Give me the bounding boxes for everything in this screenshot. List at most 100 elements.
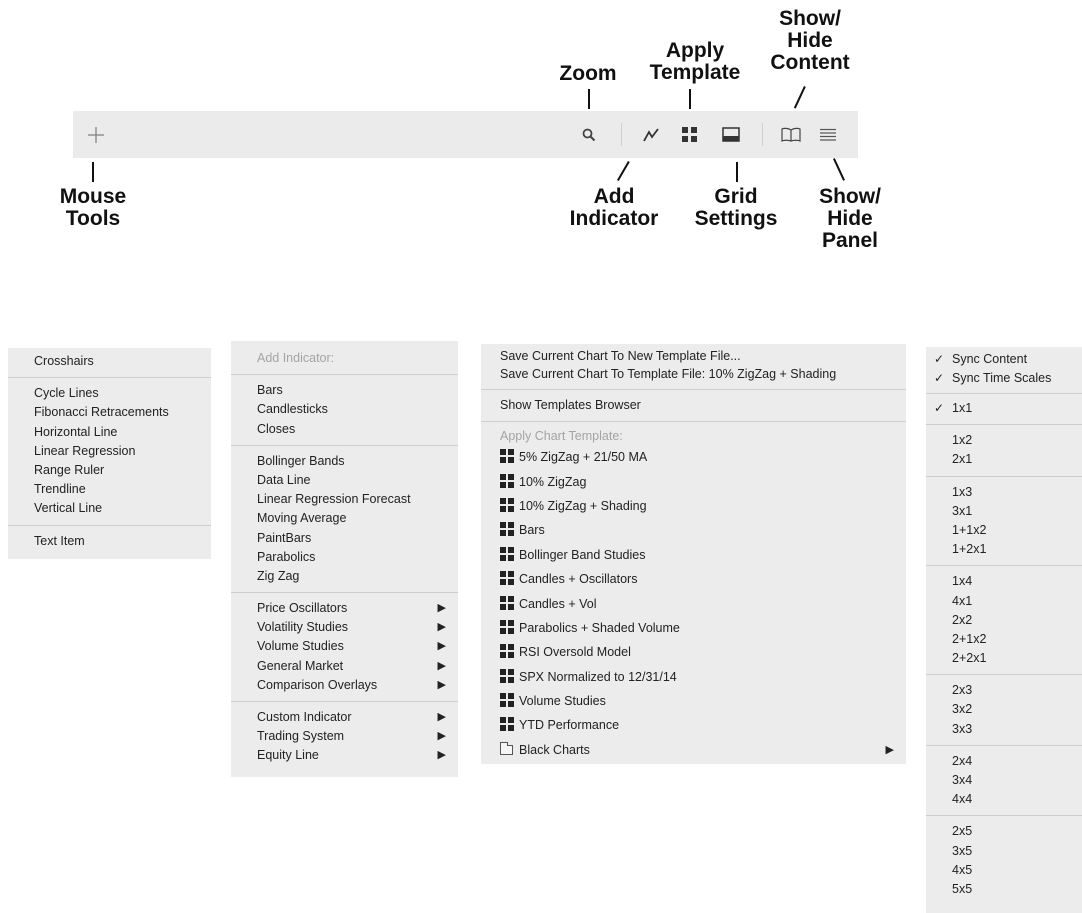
leader-apply-template <box>689 89 691 109</box>
menu-item-label: Black Charts <box>519 742 590 757</box>
grid-layout-option[interactable]: 5x5 <box>926 880 1082 899</box>
grid-layout-option[interactable]: ✓ 1x1 <box>926 399 1082 418</box>
menu-item-volatility-studies[interactable]: Volatility Studies ▶ <box>231 618 458 637</box>
menu-item-label: General Market <box>257 658 344 673</box>
menu-item-label: 5% ZigZag + 21/50 MA <box>519 450 648 465</box>
menu-item-candlesticks[interactable]: Candlesticks <box>231 400 458 419</box>
menu-item-template[interactable]: Bars <box>481 518 906 542</box>
menu-item-template[interactable]: Parabolics + Shaded Volume <box>481 616 906 640</box>
crosshair-icon[interactable] <box>83 111 109 158</box>
grid-layout-option[interactable]: 4x1 <box>926 592 1082 611</box>
template-grid-icon <box>500 668 514 683</box>
menu-item-black-charts-folder[interactable]: Black Charts ▶ <box>481 738 906 762</box>
grid-layout-option[interactable]: 2x2 <box>926 611 1082 630</box>
grid-layout-option[interactable]: 3x4 <box>926 771 1082 790</box>
grid-layout-option[interactable]: 1+2x1 <box>926 540 1082 559</box>
callout-add-indicator: Add Indicator <box>569 185 659 230</box>
menu-item-volume-studies[interactable]: Volume Studies ▶ <box>231 637 458 656</box>
menu-item-template[interactable]: 10% ZigZag <box>481 470 906 494</box>
menu-item-label: 10% ZigZag <box>519 474 587 489</box>
menu-item-custom-indicator[interactable]: Custom Indicator ▶ <box>231 708 458 727</box>
grid-layout-option[interactable]: 3x1 <box>926 502 1082 521</box>
menu-item-comparison-overlays[interactable]: Comparison Overlays ▶ <box>231 676 458 695</box>
menu-item-save-new-template[interactable]: Save Current Chart To New Template File.… <box>481 347 906 365</box>
grid-layout-groups: ✓ 1x1 1x2 2x1 1x3 3x1 1+1x2 1+2x1 1x4 4x1 2x2 2+1x2… <box>926 393 1082 899</box>
menu-item-fibonacci-retracements[interactable]: Fibonacci Retracements <box>8 403 211 422</box>
grid-layout-option[interactable]: 3x3 <box>926 720 1082 739</box>
checkmark-icon: ✓ <box>934 401 945 415</box>
menu-item-label: Volume Studies <box>257 639 344 654</box>
grid-layout-option[interactable]: 1x4 <box>926 572 1082 591</box>
menu-item-zig-zag[interactable]: Zig Zag <box>231 567 458 586</box>
menu-item-range-ruler[interactable]: Range Ruler <box>8 461 211 480</box>
menu-item-template[interactable]: Bollinger Band Studies <box>481 543 906 567</box>
book-icon[interactable] <box>778 111 804 158</box>
menu-item-sync-content[interactable]: ✓ Sync Content <box>926 350 1082 369</box>
menu-item-data-line[interactable]: Data Line <box>231 471 458 490</box>
menu-item-crosshairs[interactable]: Crosshairs <box>8 352 211 371</box>
grid-layout-option[interactable]: 2x3 <box>926 681 1082 700</box>
menu-item-closes[interactable]: Closes <box>231 420 458 439</box>
menu-item-label: YTD Performance <box>519 718 620 733</box>
grid-layout-option[interactable]: 3x5 <box>926 842 1082 861</box>
menu-separator <box>926 744 1082 746</box>
menu-item-template[interactable]: 5% ZigZag + 21/50 MA <box>481 445 906 469</box>
menu-item-horizontal-line[interactable]: Horizontal Line <box>8 423 211 442</box>
callout-apply-template: Apply Template <box>649 39 741 84</box>
menu-item-template[interactable]: Volume Studies <box>481 689 906 713</box>
menu-item-template[interactable]: Candles + Vol <box>481 592 906 616</box>
menu-item-label: 3x3 <box>952 721 973 736</box>
menu-item-parabolics[interactable]: Parabolics <box>231 548 458 567</box>
grid-layout-option[interactable]: 3x2 <box>926 700 1082 719</box>
menu-item-label: Volatility Studies <box>257 620 349 635</box>
submenu-arrow-icon: ▶ <box>437 711 446 723</box>
menu-item-save-current-template[interactable]: Save Current Chart To Template File: 10%… <box>481 365 906 383</box>
menu-item-moving-average[interactable]: Moving Average <box>231 509 458 528</box>
menu-item-template[interactable]: YTD Performance <box>481 713 906 737</box>
menu-item-bars[interactable]: Bars <box>231 381 458 400</box>
grid-layout-option[interactable]: 1x2 <box>926 431 1082 450</box>
menu-item-template[interactable]: RSI Oversold Model <box>481 640 906 664</box>
grid-layout-option[interactable]: 4x4 <box>926 790 1082 809</box>
menu-item-sync-time-scales[interactable]: ✓ Sync Time Scales <box>926 369 1082 388</box>
mouse-tools-menu: Crosshairs Cycle Lines Fibonacci Retrace… <box>8 348 211 559</box>
grid-layout-option[interactable]: 2x1 <box>926 450 1082 469</box>
grid-layout-option[interactable]: 2x5 <box>926 822 1082 841</box>
list-icon[interactable] <box>815 111 841 158</box>
grid-layout-option[interactable]: 1x3 <box>926 483 1082 502</box>
indicator-icon[interactable] <box>639 111 663 158</box>
menu-item-template[interactable]: 10% ZigZag + Shading <box>481 494 906 518</box>
grid-layout-option[interactable]: 4x5 <box>926 861 1082 880</box>
menu-item-vertical-line[interactable]: Vertical Line <box>8 499 211 518</box>
menu-item-trading-system[interactable]: Trading System ▶ <box>231 727 458 746</box>
checkmark-icon: ✓ <box>934 371 945 385</box>
panel-icon[interactable] <box>718 111 744 158</box>
menu-item-linear-regression[interactable]: Linear Regression <box>8 442 211 461</box>
grid-layout-option[interactable]: 1+1x2 <box>926 521 1082 540</box>
menu-item-general-market[interactable]: General Market ▶ <box>231 657 458 676</box>
menu-item-label: 10% ZigZag + Shading <box>519 498 647 513</box>
menu-item-linear-regression-forecast[interactable]: Linear Regression Forecast <box>231 490 458 509</box>
grid-layout-option[interactable]: 2x4 <box>926 752 1082 771</box>
menu-item-cycle-lines[interactable]: Cycle Lines <box>8 384 211 403</box>
menu-item-text-item[interactable]: Text Item <box>8 532 211 551</box>
menu-item-label: 3x1 <box>952 503 973 518</box>
menu-item-equity-line[interactable]: Equity Line ▶ <box>231 746 458 765</box>
menu-item-bollinger-bands[interactable]: Bollinger Bands <box>231 452 458 471</box>
grid-layout-option[interactable]: 2+1x2 <box>926 630 1082 649</box>
menu-item-price-oscillators[interactable]: Price Oscillators ▶ <box>231 599 458 618</box>
callout-zoom: Zoom <box>559 62 617 85</box>
menu-item-template[interactable]: SPX Normalized to 12/31/14 <box>481 665 906 689</box>
menu-item-show-templates-browser[interactable]: Show Templates Browser <box>481 396 906 415</box>
menu-item-template[interactable]: Candles + Oscillators <box>481 567 906 591</box>
menu-item-trendline[interactable]: Trendline <box>8 480 211 499</box>
grid-layout-option[interactable]: 2+2x1 <box>926 649 1082 668</box>
search-icon[interactable] <box>578 111 600 158</box>
menu-separator <box>926 565 1082 567</box>
menu-item-label: 2x1 <box>952 452 973 467</box>
menu-separator <box>926 424 1082 426</box>
menu-item-paintbars[interactable]: PaintBars <box>231 529 458 548</box>
grid-icon[interactable] <box>677 111 701 158</box>
menu-item-label: Price Oscillators <box>257 601 348 616</box>
menu-item-label: 2+2x1 <box>952 651 987 666</box>
